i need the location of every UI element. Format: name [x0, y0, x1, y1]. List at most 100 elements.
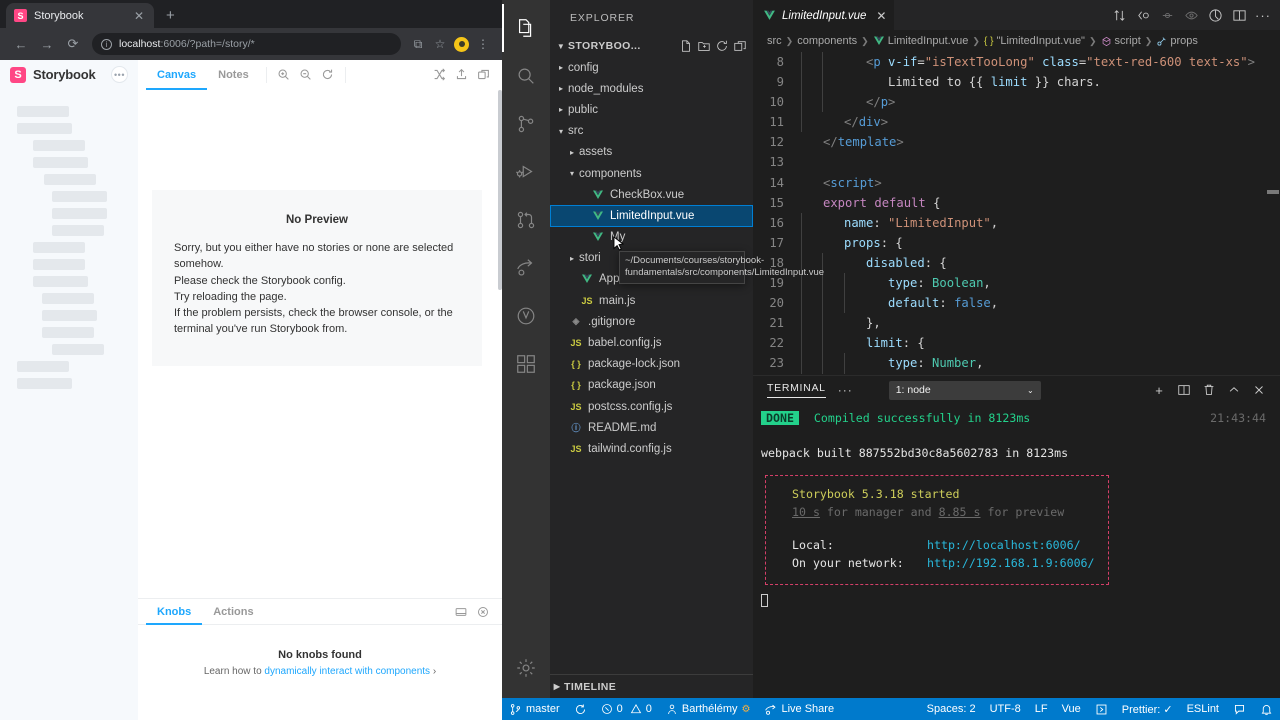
chevron-right-icon[interactable]: ▸: [565, 148, 579, 157]
panel-more-icon[interactable]: ···: [838, 383, 853, 397]
go-back-icon[interactable]: [1132, 4, 1154, 26]
knobs-docs-link[interactable]: dynamically interact with components: [264, 666, 430, 677]
new-file-icon[interactable]: [679, 39, 693, 53]
breadcrumb-item[interactable]: components: [797, 35, 857, 47]
split-layout-icon[interactable]: [1228, 4, 1250, 26]
file-tree-row[interactable]: JS babel.config.js: [550, 332, 753, 353]
export-icon[interactable]: [450, 64, 472, 86]
extensions-icon[interactable]: [502, 340, 550, 388]
avatar[interactable]: [454, 36, 469, 52]
terminal-prompt[interactable]: [761, 593, 1280, 611]
new-folder-icon[interactable]: [697, 39, 711, 53]
tab-terminal[interactable]: TERMINAL: [767, 382, 826, 398]
refresh-icon[interactable]: [715, 39, 729, 53]
more-actions-icon[interactable]: ···: [1252, 4, 1274, 26]
close-icon[interactable]: ✕: [876, 9, 886, 23]
file-tree-row[interactable]: ▸ config: [550, 57, 753, 78]
new-terminal-icon[interactable]: +: [1148, 379, 1170, 401]
back-icon[interactable]: ←: [8, 31, 34, 57]
browser-menu-icon[interactable]: ⋮: [472, 33, 494, 55]
terminal-select[interactable]: 1: node ⌄: [888, 380, 1041, 400]
gear-icon[interactable]: [502, 644, 550, 692]
breadcrumb-item[interactable]: props: [1156, 35, 1198, 47]
shuffle-icon[interactable]: [428, 64, 450, 86]
forward-icon[interactable]: →: [34, 31, 60, 57]
zoom-in-icon[interactable]: [273, 64, 295, 86]
status-eslint[interactable]: ESLint: [1180, 698, 1226, 720]
storybook-menu-icon[interactable]: •••: [111, 66, 128, 83]
close-circle-icon[interactable]: [472, 601, 494, 623]
folder-section-header[interactable]: ▼ STORYBOO...: [550, 35, 753, 57]
file-tree[interactable]: ▸ config ▸ node_modules ▸ public ▾ src ▸ assets ▾ c…: [550, 57, 824, 460]
file-tree-row[interactable]: My: [550, 227, 753, 248]
file-tree-row[interactable]: ▾ components: [550, 163, 753, 184]
status-sync[interactable]: [567, 698, 594, 720]
status-indentation[interactable]: Spaces: 2: [920, 698, 983, 720]
breadcrumb-item[interactable]: src: [767, 35, 782, 47]
chevron-right-icon[interactable]: ▸: [554, 63, 568, 72]
chevron-right-icon[interactable]: ▶: [550, 682, 564, 691]
explorer-icon[interactable]: [502, 4, 550, 52]
network-url[interactable]: http://192.168.1.9:6006/: [927, 556, 1095, 570]
file-tree-row[interactable]: ◈ .gitignore: [550, 311, 753, 332]
code-view[interactable]: 8 <p v-if="isTextTooLong" class="text-red…: [753, 52, 1280, 375]
status-screencast-icon[interactable]: [1088, 698, 1115, 720]
chevron-right-icon[interactable]: ▸: [554, 84, 568, 93]
close-icon[interactable]: ✕: [132, 10, 146, 22]
translate-icon[interactable]: ⧉: [407, 33, 429, 55]
file-tree-row[interactable]: ▾ src: [550, 121, 753, 142]
file-tree-row[interactable]: ⓘ README.md: [550, 417, 753, 438]
breadcrumb[interactable]: src ❯ components ❯ LimitedInput.vue ❯{ } "Limi…: [753, 30, 1280, 52]
open-new-window-icon[interactable]: [472, 64, 494, 86]
file-tree-row[interactable]: { } package.json: [550, 375, 753, 396]
pull-request-icon[interactable]: [502, 196, 550, 244]
search-icon[interactable]: [502, 52, 550, 100]
maximize-panel-icon[interactable]: [1223, 379, 1245, 401]
file-tree-row[interactable]: JS postcss.config.js: [550, 396, 753, 417]
terminal-output[interactable]: DONE Compiled successfully in 8123ms 21:…: [753, 404, 1280, 611]
kill-terminal-icon[interactable]: [1198, 379, 1220, 401]
collapse-all-icon[interactable]: [733, 39, 747, 53]
file-tree-row-selected[interactable]: LimitedInput.vue: [550, 205, 753, 227]
browser-tab[interactable]: S Storybook ✕: [6, 3, 154, 28]
live-share-icon[interactable]: [502, 244, 550, 292]
chevron-right-icon[interactable]: ▸: [554, 105, 568, 114]
chevron-down-icon[interactable]: ▾: [554, 127, 568, 136]
file-tree-row[interactable]: ▸ public: [550, 99, 753, 120]
storybook-story-list[interactable]: [0, 90, 138, 720]
status-encoding[interactable]: UTF-8: [983, 698, 1028, 720]
bookmark-star-icon[interactable]: ☆: [429, 33, 451, 55]
status-problems[interactable]: 0 0: [594, 698, 659, 720]
editor-scrollbar[interactable]: [1267, 190, 1279, 194]
chevron-down-icon[interactable]: ▼: [554, 42, 568, 51]
dock-bottom-icon[interactable]: [450, 601, 472, 623]
site-info-icon[interactable]: i: [101, 38, 112, 50]
editor-tab-limitedinput[interactable]: LimitedInput.vue ✕: [753, 0, 895, 30]
status-live-share-user[interactable]: Barthélémy ⚙: [659, 698, 758, 720]
status-live-share[interactable]: Live Share: [757, 698, 841, 720]
show-icon[interactable]: [1180, 4, 1202, 26]
status-notifications-icon[interactable]: [1253, 698, 1280, 720]
close-panel-icon[interactable]: [1248, 379, 1270, 401]
status-language-mode[interactable]: Vue: [1055, 698, 1088, 720]
file-tree-row[interactable]: { } package-lock.json: [550, 354, 753, 375]
tab-canvas[interactable]: Canvas: [146, 60, 208, 90]
run-debug-icon[interactable]: [502, 148, 550, 196]
debug-icon[interactable]: [1204, 4, 1226, 26]
zoom-reset-icon[interactable]: [317, 64, 339, 86]
chevron-right-icon[interactable]: ▸: [565, 254, 579, 263]
split-terminal-icon[interactable]: [1173, 379, 1195, 401]
hide-icon[interactable]: [1156, 4, 1178, 26]
file-tree-row[interactable]: ▸ assets: [550, 142, 753, 163]
breadcrumb-item[interactable]: script: [1101, 35, 1141, 47]
new-tab-icon[interactable]: +: [166, 7, 175, 24]
breadcrumb-item[interactable]: LimitedInput.vue: [873, 35, 968, 47]
status-branch[interactable]: master: [502, 698, 567, 720]
chevron-down-icon[interactable]: ⌄: [1027, 386, 1034, 395]
tab-knobs[interactable]: Knobs: [146, 599, 203, 625]
address-bar[interactable]: i localhost:6006/?path=/story/*: [92, 33, 401, 55]
tab-actions[interactable]: Actions: [202, 599, 264, 625]
file-tree-row[interactable]: ▸ node_modules: [550, 78, 753, 99]
local-url[interactable]: http://localhost:6006/: [927, 538, 1081, 552]
status-feedback-icon[interactable]: [1226, 698, 1253, 720]
